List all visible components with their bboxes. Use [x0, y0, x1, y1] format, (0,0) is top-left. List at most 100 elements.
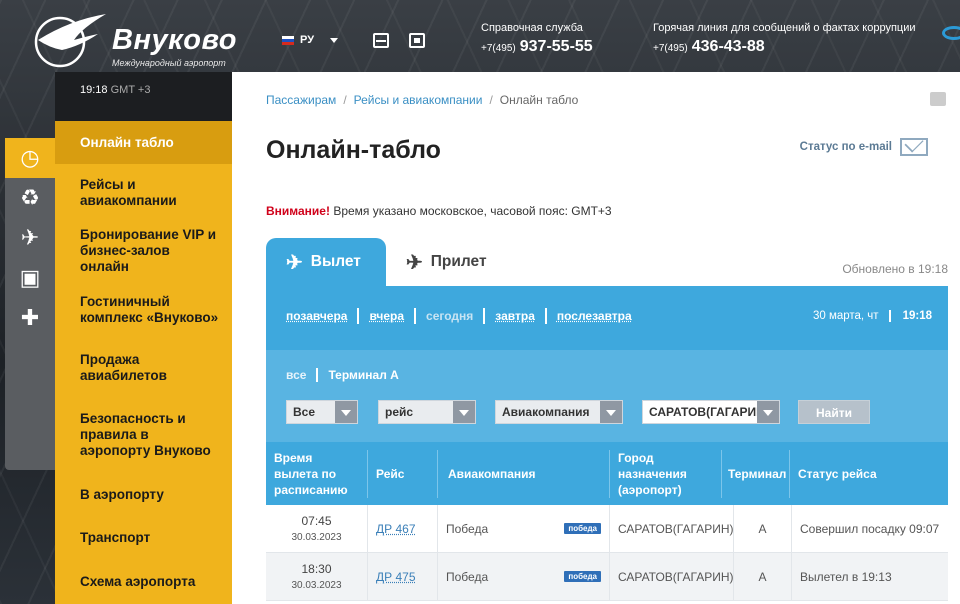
breadcrumb-flights[interactable]: Рейсы и авиакомпании [354, 93, 483, 107]
flight-select[interactable]: рейс [378, 400, 476, 424]
flight-link[interactable]: ДР 475 [376, 570, 416, 584]
row-status: Совершил посадку 09:07 [800, 521, 940, 536]
airline-logo: победа [564, 523, 601, 534]
flight-link[interactable]: ДР 467 [376, 522, 416, 536]
day-selector: позавчера вчера сегодня завтра послезавт… [286, 308, 642, 324]
col-flight: Рейс [368, 449, 438, 498]
sidebar-item-security[interactable]: Безопасность и правила в аэропорту Внуко… [55, 396, 232, 474]
language-selector[interactable]: РУ [282, 34, 339, 46]
first-aid-icon[interactable]: ✚ [5, 298, 55, 338]
current-day: 30 марта, чт [813, 310, 891, 322]
city-select[interactable]: САРАТОВ(ГАГАРИН [642, 400, 780, 424]
hotline-phone[interactable]: 436-43-88 [692, 38, 765, 55]
tab-departure[interactable]: ✈ Вылет [266, 238, 386, 286]
handshake-icon[interactable]: ♻ [5, 178, 55, 218]
flight-select-value: рейс [385, 405, 414, 419]
logo-bird-icon[interactable] [30, 10, 110, 68]
row-flight: ДР 475 [368, 553, 438, 600]
accessibility-icon[interactable] [373, 33, 389, 48]
sidebar-item-hotel[interactable]: Гостиничный комплекс «Внуково» [55, 280, 232, 340]
col-time: Время вылета по расписанию [266, 449, 368, 498]
watermark: www.vzsar.ru [953, 8, 960, 262]
airline-name: Победа [446, 521, 489, 536]
col-city: Город назначения (аэропорт) [610, 449, 722, 498]
clock-icon[interactable]: ◷ [5, 138, 55, 178]
terminal-select[interactable]: Все [286, 400, 358, 424]
hotline-title: Горячая линия для сообщений о фактах кор… [653, 22, 916, 34]
sidebar-item-online-board[interactable]: Онлайн табло [55, 121, 232, 164]
airline-select[interactable]: Авиакомпания [495, 400, 623, 424]
language-label: РУ [300, 34, 315, 46]
plane-circle-icon[interactable]: ✈ [5, 218, 55, 258]
russian-flag-icon [282, 35, 294, 45]
sidebar-item-airport-map[interactable]: Схема аэропорта [55, 560, 232, 604]
row-terminal: A [734, 505, 792, 552]
row-date-value: 30.03.2023 [291, 532, 342, 543]
tab-arrival[interactable]: ✈ Прилет [386, 238, 507, 286]
current-hour: 19:18 [902, 310, 932, 322]
terminal-a[interactable]: Терминал А [316, 368, 408, 382]
site-header: Внуково Международный аэропорт РУ Справо… [0, 0, 960, 72]
email-status-link[interactable]: Статус по e-mail [800, 138, 928, 156]
tab-arrival-label: Прилет [430, 253, 487, 270]
hotline-code: +7(495) [653, 43, 688, 54]
clock-time: 19:18 [80, 84, 108, 96]
chevron-down-icon [600, 401, 622, 423]
city-select-value: САРАТОВ(ГАГАРИН [649, 405, 765, 419]
sidebar-item-transport[interactable]: Транспорт [55, 516, 232, 560]
airline-logo: победа [564, 571, 601, 582]
updated-time: Обновлено в 19:18 [842, 262, 948, 276]
info-service: Справочная служба +7(495) 937-55-55 [481, 22, 593, 56]
clock: 19:18 GMT +3 [55, 72, 232, 121]
sidebar-nav: Онлайн табло Рейсы и авиакомпании Бронир… [55, 121, 232, 604]
airline-name: Победа [446, 569, 489, 584]
page-title: Онлайн-табло [266, 136, 441, 164]
logo-subtitle: Международный аэропорт [112, 58, 226, 68]
day-after-tomorrow[interactable]: послезавтра [544, 308, 642, 324]
row-terminal: A [734, 553, 792, 600]
row-city: САРАТОВ(ГАГАРИН) [610, 553, 734, 600]
row-flight: ДР 467 [368, 505, 438, 552]
sidebar-item-flights[interactable]: Рейсы и авиакомпании [55, 164, 232, 222]
table-row[interactable]: 07:45 30.03.2023 ДР 467 Победа победа СА… [266, 505, 948, 553]
sidebar-item-tickets[interactable]: Продажа авиабилетов [55, 340, 232, 396]
airline-select-value: Авиакомпания [502, 405, 590, 419]
info-title: Справочная служба [481, 22, 583, 34]
chevron-down-icon [335, 401, 357, 423]
day-today[interactable]: сегодня [414, 308, 483, 324]
chevron-down-icon [453, 401, 475, 423]
map-icon[interactable] [409, 33, 425, 48]
board-tabs: ✈ Вылет ✈ Прилет [266, 238, 507, 286]
row-city: САРАТОВ(ГАГАРИН) [610, 505, 734, 552]
logo-name[interactable]: Внуково [112, 24, 237, 57]
warning-label: Внимание! [266, 204, 330, 218]
col-airline: Авиакомпания [438, 449, 610, 498]
find-button[interactable]: Найти [798, 400, 870, 424]
breadcrumb-current: Онлайн табло [499, 93, 579, 107]
print-icon[interactable] [930, 92, 946, 106]
terminal-all[interactable]: все [286, 368, 316, 382]
info-phone[interactable]: 937-55-55 [520, 38, 593, 55]
table-row[interactable]: 18:30 30.03.2023 ДР 475 Победа победа СА… [266, 553, 948, 601]
info-code: +7(495) [481, 43, 516, 54]
row-status: Вылетел в 19:13 [800, 569, 892, 584]
content-panel: Пассажирам / Рейсы и авиакомпании / Онлайн т… [232, 72, 960, 604]
row-airline: Победа победа [438, 553, 610, 600]
row-time-value: 18:30 [301, 562, 332, 576]
row-time: 18:30 30.03.2023 [266, 553, 368, 600]
day-tomorrow[interactable]: завтра [483, 308, 545, 324]
departure-plane-icon: ✈ [286, 251, 303, 274]
chevron-down-icon [757, 401, 779, 423]
sidebar-item-in-airport[interactable]: В аэропорту [55, 474, 232, 516]
breadcrumb-passengers[interactable]: Пассажирам [266, 93, 336, 107]
nav-icon-column: ◷ ♻ ✈ ▣ ✚ [5, 138, 55, 470]
day-yesterday[interactable]: вчера [357, 308, 414, 324]
day-before-yesterday[interactable]: позавчера [286, 308, 357, 324]
row-airline: Победа победа [438, 505, 610, 552]
filter-panel: все Терминал А Все рейс Авиакомпания САР… [266, 350, 948, 442]
sidebar-item-vip[interactable]: Бронирование VIP и бизнес-залов онлайн [55, 222, 232, 280]
row-date-value: 30.03.2023 [291, 580, 342, 591]
chevron-down-icon [330, 37, 339, 43]
luggage-icon[interactable]: ▣ [5, 258, 55, 298]
col-status: Статус рейса [798, 466, 877, 481]
